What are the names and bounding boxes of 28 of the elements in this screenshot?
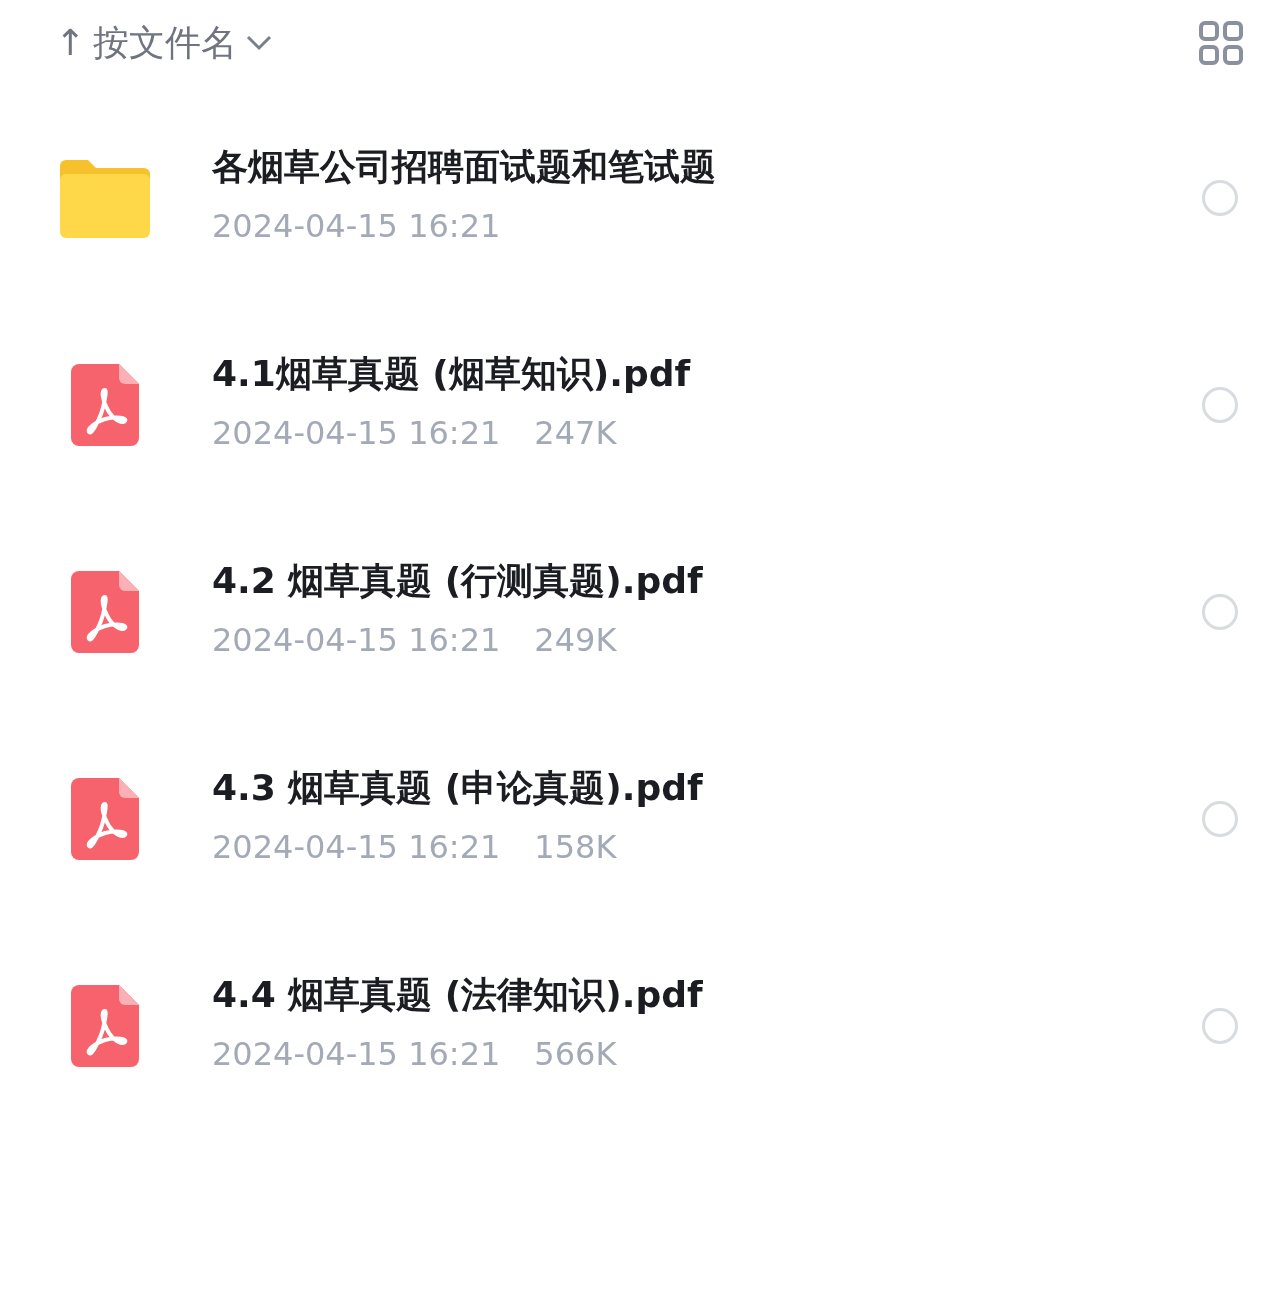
- file-name: 4.3 烟草真题 (申论真题).pdf: [212, 765, 704, 810]
- file-date: 2024-04-15 16:21: [212, 206, 501, 248]
- file-name: 4.2 烟草真题 (行测真题).pdf: [212, 558, 704, 603]
- file-date: 2024-04-15 16:21: [212, 620, 501, 662]
- select-radio[interactable]: [1202, 800, 1238, 837]
- sort-arrow[interactable]: ↑: [55, 16, 86, 70]
- file-size: 247K: [534, 413, 617, 455]
- select-radio[interactable]: [1202, 593, 1238, 630]
- file-name: 4.4 烟草真题 (法律知识).pdf: [212, 972, 704, 1017]
- file-size: 249K: [534, 620, 617, 662]
- file-size: 158K: [534, 827, 617, 869]
- folder-icon: [60, 157, 150, 238]
- chevron-down-icon[interactable]: [245, 34, 274, 52]
- sort-label[interactable]: 按文件名: [93, 16, 238, 70]
- pdf-file-icon: [71, 570, 139, 653]
- file-date: 2024-04-15 16:21: [212, 413, 501, 455]
- file-size: 566K: [534, 1034, 617, 1076]
- select-radio[interactable]: [1202, 1007, 1238, 1044]
- pdf-file-icon: [71, 363, 139, 446]
- grid-view-icon[interactable]: [1199, 21, 1243, 65]
- pdf-file-icon: [71, 984, 139, 1067]
- file-date: 2024-04-15 16:21: [212, 1034, 501, 1076]
- select-radio[interactable]: [1202, 386, 1238, 423]
- select-radio[interactable]: [1202, 179, 1238, 216]
- file-date: 2024-04-15 16:21: [212, 827, 501, 869]
- file-name: 4.1烟草真题 (烟草知识).pdf: [212, 351, 692, 396]
- pdf-file-icon: [71, 777, 139, 860]
- file-name: 各烟草公司招聘面试题和笔试题: [212, 144, 717, 189]
